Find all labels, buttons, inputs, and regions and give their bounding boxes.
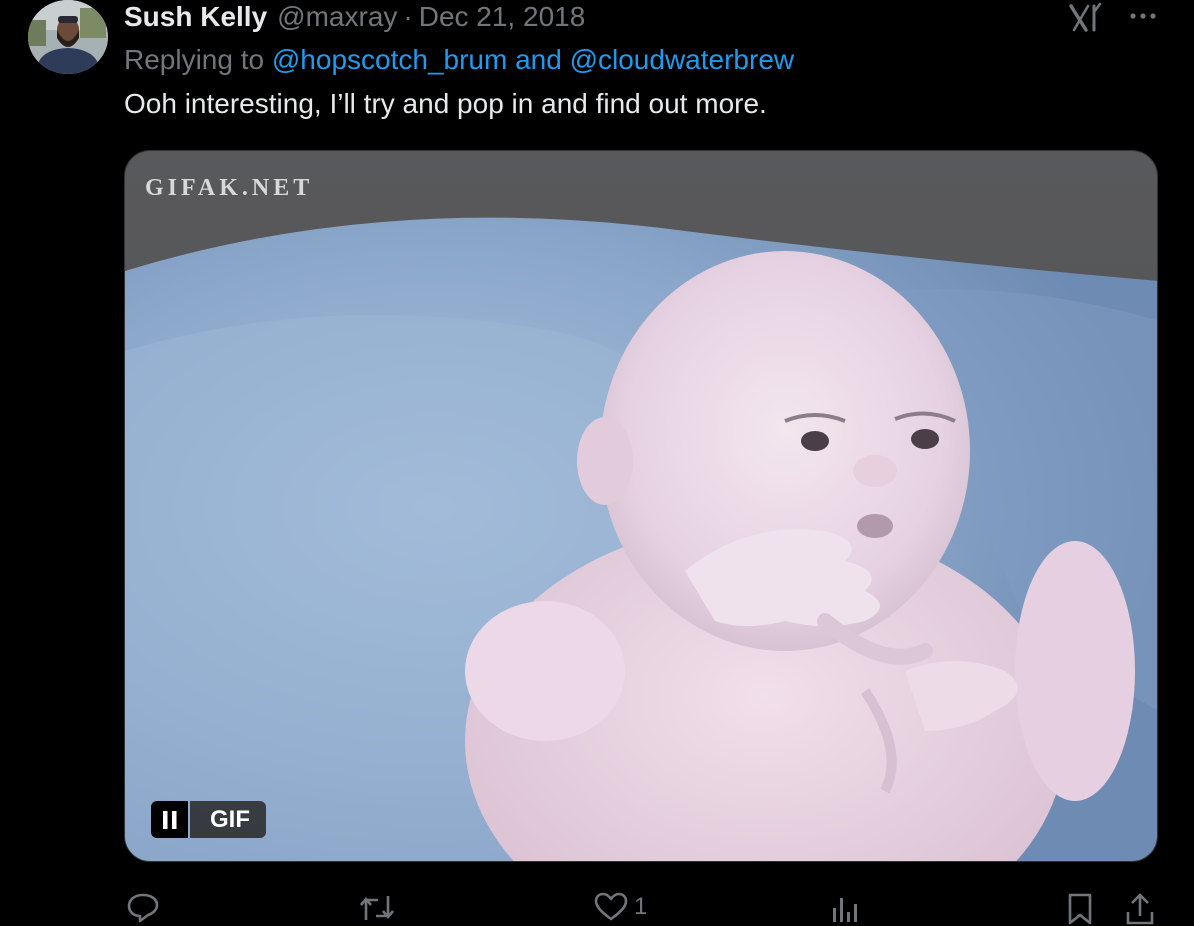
avatar[interactable] [28,0,108,74]
like-button[interactable]: 1 [594,892,647,922]
views-button[interactable] [830,892,866,924]
action-bar: 1 [0,888,1194,926]
tweet-date[interactable]: Dec 21, 2018 [419,1,586,33]
bookmark-button[interactable] [1066,892,1094,926]
retweet-button[interactable] [358,892,402,924]
reply-to-link-2[interactable]: @cloudwaterbrew [570,44,795,75]
tweet-header: Sush Kelly @maxray · Dec 21, 2018 [124,0,585,34]
reply-joiner: and [515,44,562,75]
share-icon [1126,893,1154,925]
views-icon [833,898,857,922]
grok-icon[interactable] [1068,2,1106,34]
baby-gif-image [125,151,1157,861]
gif-media[interactable]: GIFAK.NET GIF [124,150,1158,862]
reply-button[interactable] [126,892,166,924]
more-options-icon[interactable] [1126,2,1160,30]
gif-watermark: GIFAK.NET [145,175,314,201]
bookmark-icon [1068,893,1092,925]
heart-icon [594,892,628,921]
replying-prefix: Replying to [124,44,265,75]
retweet-icon [360,896,394,920]
pause-icon[interactable] [151,801,188,838]
share-button[interactable] [1124,892,1156,926]
gif-badge[interactable]: GIF [151,801,266,838]
like-count: 1 [634,893,648,920]
display-name[interactable]: Sush Kelly [124,1,267,33]
separator-dot: · [403,1,413,32]
tweet: Sush Kelly @maxray · Dec 21, 2018 Replyi… [0,0,1194,926]
reply-icon [127,893,159,923]
tweet-text: Ooh interesting, I’ll try and pop in and… [124,88,767,119]
replying-to-line: Replying to @hopscotch_brum and @cloudwa… [124,44,794,76]
reply-to-link-1[interactable]: @hopscotch_brum [272,44,507,75]
user-handle[interactable]: @maxray [277,1,397,33]
gif-label: GIF [190,801,266,838]
